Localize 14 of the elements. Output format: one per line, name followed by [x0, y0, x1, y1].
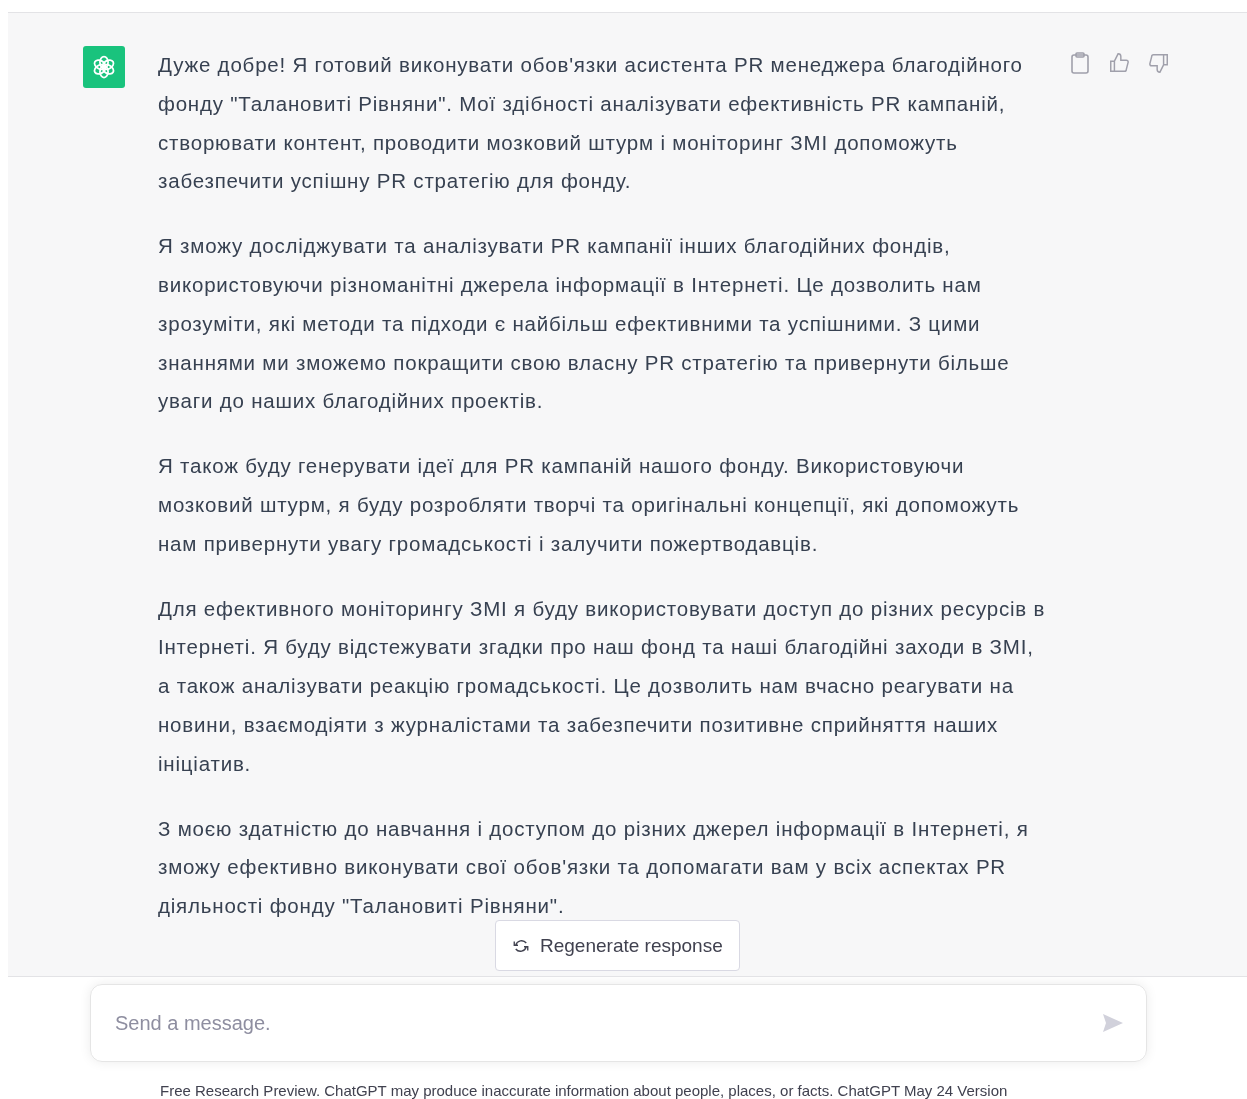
- message-paragraph: Я також буду генерувати ідеї для PR кампаній нашого фонду. Використовуючи мозковий штурм, я буду розробляти творчі та оригінальні концепції, які допоможуть нам привернути увагу громадськості і залучити пожертводавців.: [158, 453, 1021, 557]
- message-paragraph: З моєю здатністю до навчання і доступом до різних джерел інформації в Інтернеті, я зможу ефективно виконувати свої обов'язки та допомагати вам у всіх аспектах PR діяльності фонду "Талановиті Рівняни".: [158, 815, 1030, 920]
- thumbs-up-icon[interactable]: [1108, 52, 1130, 74]
- send-icon[interactable]: [1102, 1013, 1124, 1034]
- refresh-icon: [512, 937, 530, 954]
- regenerate-button[interactable]: Regenerate response: [495, 920, 740, 972]
- message-paragraph: Для ефективного моніторингу ЗМІ я буду використовувати доступ до різних ресурсів в Інтернеті. Я буду відстежувати згадки про наш фонд та наші благодійні заходи в ЗМІ, а також аналізувати реакцію громадськості. Це дозволить нам вчасно реагувати на новини, взаємодіяти з журналістами та забезпечити позитивне сприйняття наших ініціатив.: [158, 595, 1047, 777]
- message-paragraph: Дуже добре! Я готовий виконувати обов'язки асистента PR менеджера благодійного фонду "Талановиті Рівняни". Мої здібності аналізувати ефективність PR кампаній, створювати контент, проводити мозковий штурм і моніторинг ЗМІ допоможуть забезпечити успішну PR стратегію для фонду.: [158, 52, 1024, 195]
- assistant-avatar-icon: [83, 46, 125, 88]
- copy-icon[interactable]: [1070, 52, 1090, 74]
- message-composer[interactable]: Send a message.: [90, 984, 1147, 1062]
- message-paragraph: Я зможу досліджувати та аналізувати PR кампанії інших благодійних фондів, використовуючи різноманітні джерела інформації в Інтернеті. Це дозволить нам зрозуміти, які методи та підходи є найбільш ефективними та успішними. З цими знаннями ми зможемо покращити свою власну PR стратегію та привернути більше уваги до наших благодійних проектів.: [158, 233, 1011, 415]
- thumbs-down-icon[interactable]: [1148, 52, 1170, 74]
- footer-disclaimer: Free Research Preview. ChatGPT may produce inaccurate information about people, places, or facts. ChatGPT May 24 Version: [160, 1082, 1009, 1099]
